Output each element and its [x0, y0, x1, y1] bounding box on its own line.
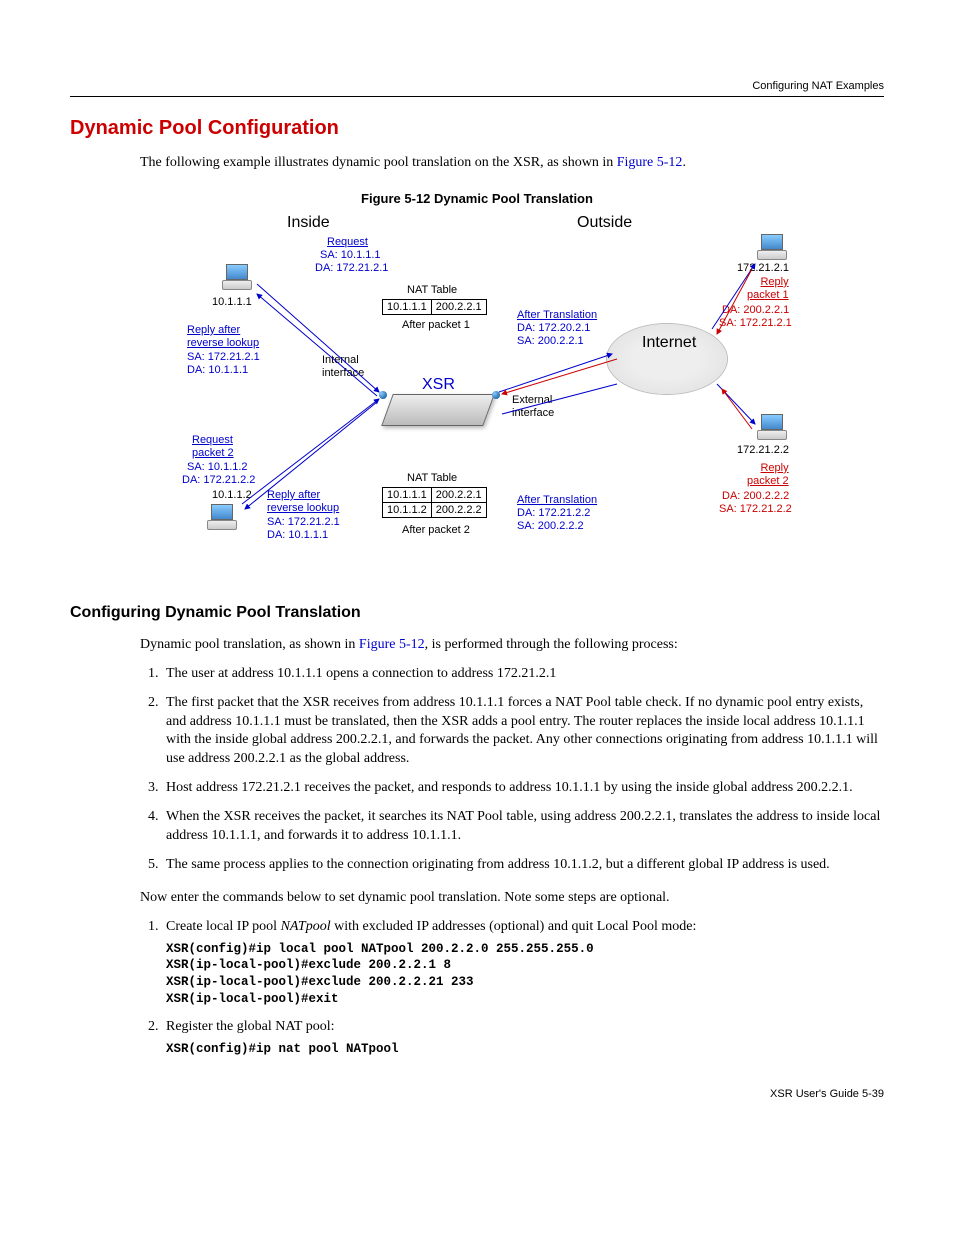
p2: Dynamic pool translation, as shown in Fi…: [140, 636, 884, 655]
header-divider: [70, 96, 884, 97]
intro-suffix: .: [682, 155, 686, 170]
code-line: XSR(ip-local-pool)#exclude 200.2.2.1 8: [166, 957, 884, 974]
step-4: When the XSR receives the packet, it sea…: [162, 808, 884, 846]
code-line: XSR(config)#ip nat pool NATpool: [166, 1041, 884, 1058]
intro-paragraph: The following example illustrates dynami…: [140, 154, 884, 173]
process-list: The user at address 10.1.1.1 opens a con…: [140, 665, 884, 875]
p2-suffix: , is performed through the following pro…: [425, 637, 678, 652]
step-1: The user at address 10.1.1.1 opens a con…: [162, 665, 884, 684]
figure-5-12: Inside Outside 10.1.1.1 Request SA: 10.1…: [157, 214, 797, 584]
cmd1-prefix: Create local IP pool: [166, 919, 281, 934]
p2-prefix: Dynamic pool translation, as shown in: [140, 637, 359, 652]
commands-list: Create local IP pool NATpool with exclud…: [140, 918, 884, 1058]
figure-caption: Figure 5-12 Dynamic Pool Translation: [70, 191, 884, 206]
cmd2-text: Register the global NAT pool:: [166, 1019, 335, 1034]
code-line: XSR(ip-local-pool)#exclude 200.2.2.21 23…: [166, 974, 884, 991]
code-line: XSR(ip-local-pool)#exit: [166, 991, 884, 1008]
code-block: XSR(config)#ip local pool NATpool 200.2.…: [166, 941, 884, 1009]
p3: Now enter the commands below to set dyna…: [140, 889, 884, 908]
code-block: XSR(config)#ip nat pool NATpool: [166, 1041, 884, 1058]
heading-1: Dynamic Pool Configuration: [70, 117, 884, 140]
figure-link[interactable]: Figure 5-12: [359, 637, 425, 652]
step-3: Host address 172.21.2.1 receives the pac…: [162, 779, 884, 798]
page-header-section: Configuring NAT Examples: [70, 80, 884, 92]
code-line: XSR(config)#ip local pool NATpool 200.2.…: [166, 941, 884, 958]
intro-prefix: The following example illustrates dynami…: [140, 155, 617, 170]
arrow-blue: [157, 214, 797, 584]
page-footer: XSR User's Guide 5-39: [70, 1088, 884, 1100]
cmd-step-1: Create local IP pool NATpool with exclud…: [162, 918, 884, 1008]
heading-2: Configuring Dynamic Pool Translation: [70, 604, 884, 622]
cmd1-ital: NATpool: [281, 919, 331, 934]
step-2: The first packet that the XSR receives f…: [162, 694, 884, 770]
figure-link[interactable]: Figure 5-12: [617, 155, 683, 170]
step-5: The same process applies to the connecti…: [162, 856, 884, 875]
cmd1-suffix: with excluded IP addresses (optional) an…: [331, 919, 697, 934]
cmd-step-2: Register the global NAT pool: XSR(config…: [162, 1018, 884, 1058]
